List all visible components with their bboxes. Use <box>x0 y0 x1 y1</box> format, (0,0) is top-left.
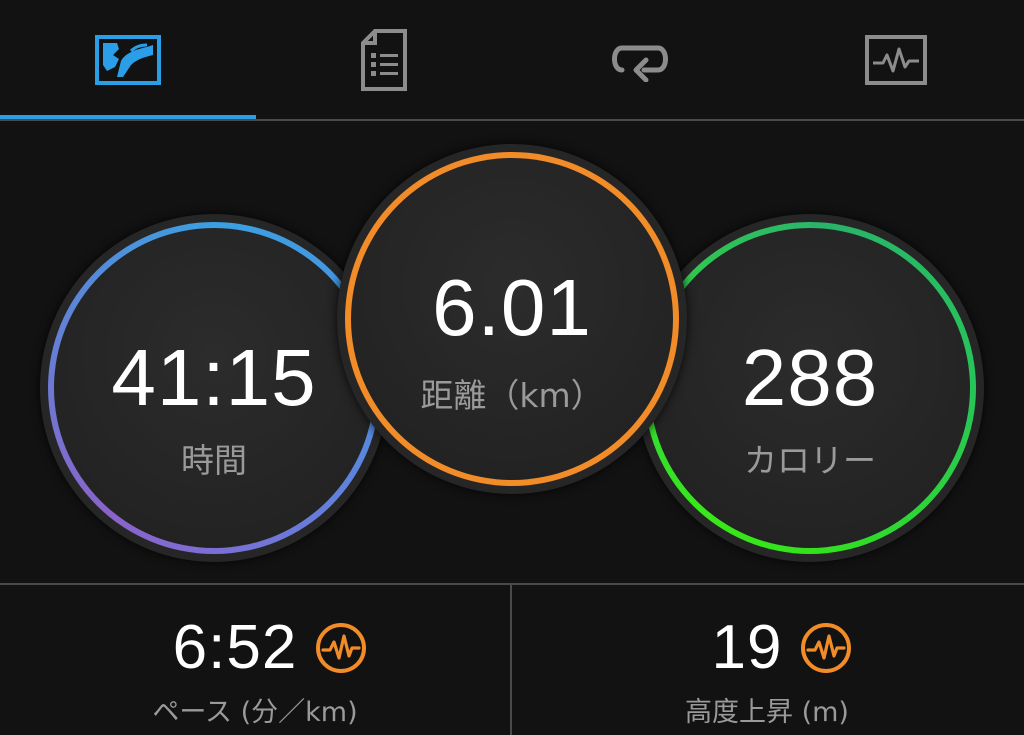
document-list-icon <box>361 29 407 91</box>
chart-pulse-icon <box>865 35 927 85</box>
tab-details[interactable] <box>256 0 512 120</box>
tab-charts[interactable] <box>768 0 1024 120</box>
tab-map[interactable] <box>0 0 256 120</box>
loop-icon <box>612 45 668 82</box>
calories-circle[interactable]: 288 カロリー <box>636 214 984 562</box>
pulse-badge-icon <box>801 623 852 673</box>
time-label: 時間 <box>181 441 247 480</box>
pulse-badge-icon <box>316 623 367 673</box>
distance-circle[interactable]: 6.01 距離（km） <box>337 144 687 494</box>
distance-label: 距離（km） <box>420 376 604 415</box>
tab-bar <box>0 0 1024 121</box>
elevation-row: 19 <box>512 613 1022 683</box>
map-icon <box>95 35 161 85</box>
elevation-stat[interactable]: 19 高度上昇 (m) <box>512 585 1022 735</box>
pace-label: ペース (分／km) <box>152 697 358 728</box>
pace-row: 6:52 <box>0 613 510 683</box>
distance-value: 6.01 <box>432 263 592 352</box>
pace-stat[interactable]: 6:52 ペース (分／km) <box>0 585 510 735</box>
elevation-value: 19 <box>711 613 783 682</box>
pace-value: 6:52 <box>172 613 298 682</box>
tab-laps[interactable] <box>512 0 768 120</box>
time-value: 41:15 <box>111 333 317 422</box>
calories-label: カロリー <box>744 441 876 480</box>
time-circle[interactable]: 41:15 時間 <box>40 214 388 562</box>
elevation-label: 高度上昇 (m) <box>685 697 849 728</box>
summary-area: 41:15 時間 288 カロリー 6.01 距離（km） <box>0 121 1024 584</box>
calories-value: 288 <box>741 333 879 422</box>
